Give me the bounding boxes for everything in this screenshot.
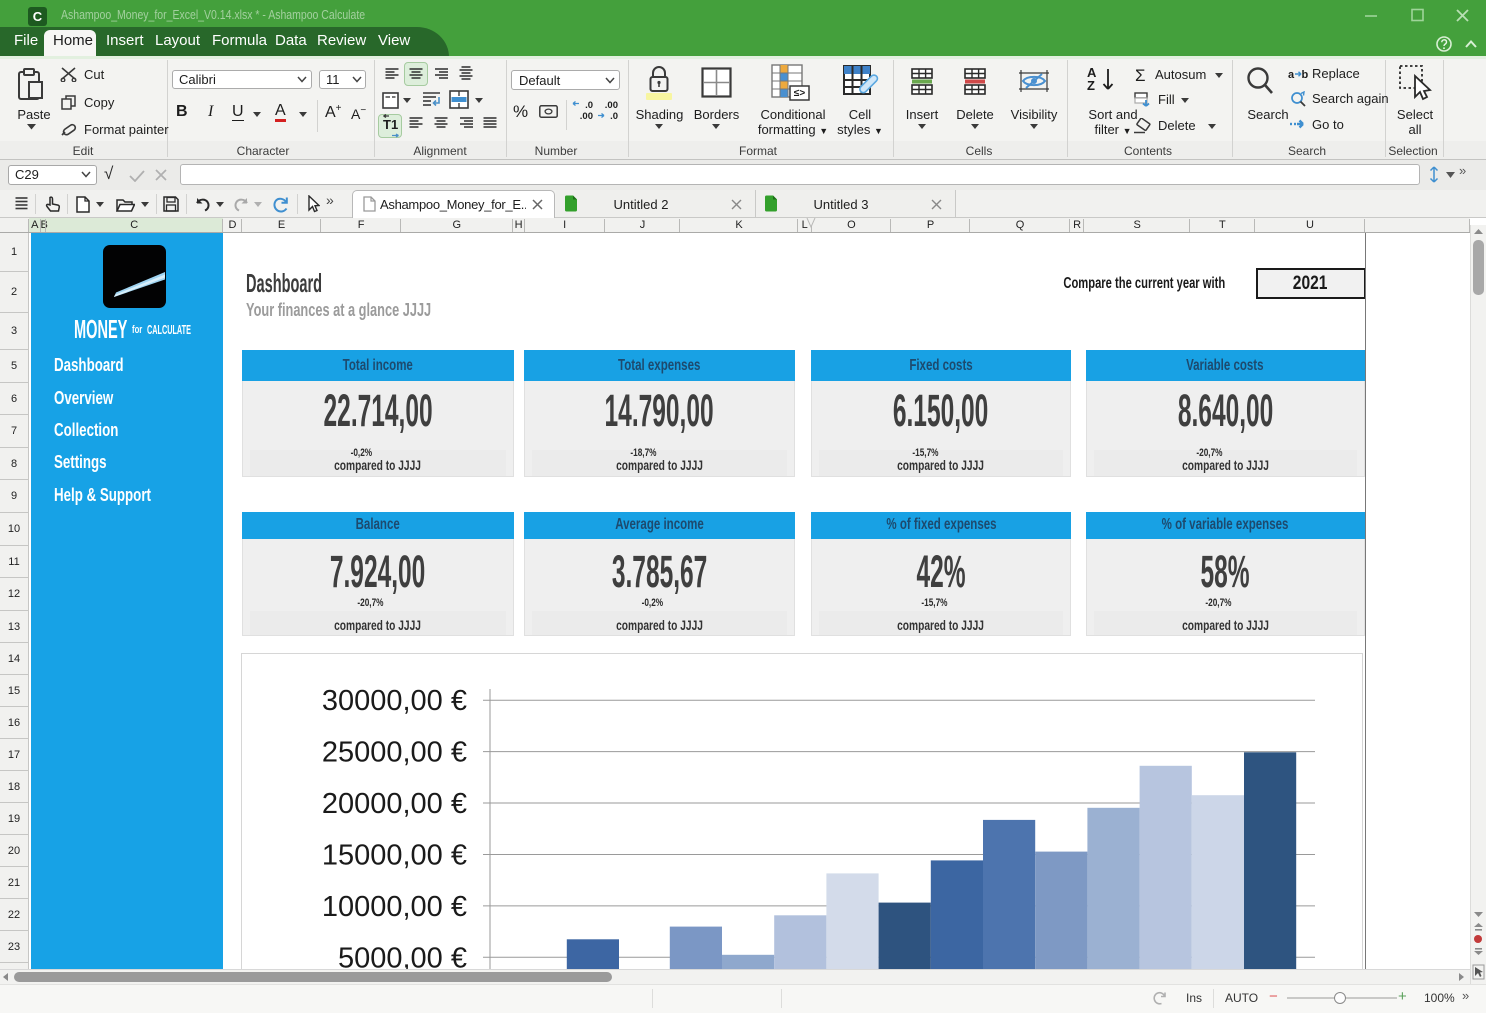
svg-text:5000,00 €: 5000,00 € (338, 942, 467, 969)
svg-text:≤>: ≤> (794, 88, 805, 99)
svg-text:30000,00 €: 30000,00 € (322, 685, 467, 717)
svg-text:.0: .0 (610, 111, 618, 121)
svg-text:a: a (1288, 69, 1295, 80)
svg-text:10000,00 €: 10000,00 € (322, 891, 467, 923)
svg-text:b: b (1302, 69, 1309, 80)
svg-text:.0: .0 (585, 100, 593, 111)
svg-text:15000,00 €: 15000,00 € (322, 840, 467, 872)
svg-text:.00: .00 (605, 100, 618, 111)
svg-text:25000,00 €: 25000,00 € (322, 737, 467, 769)
svg-text:.00: .00 (580, 111, 593, 121)
svg-text:20000,00 €: 20000,00 € (322, 788, 467, 820)
